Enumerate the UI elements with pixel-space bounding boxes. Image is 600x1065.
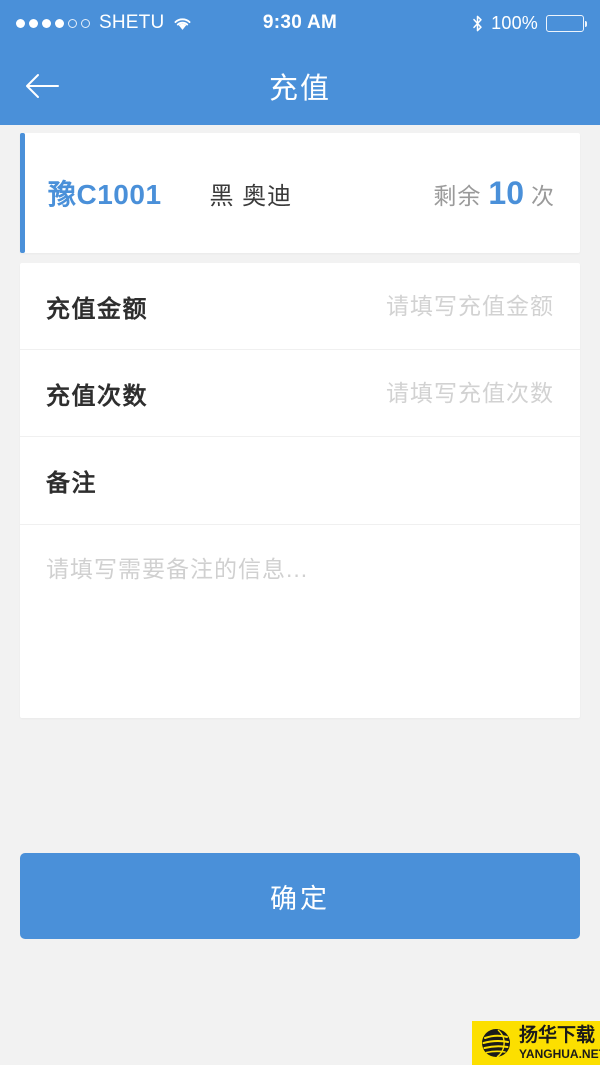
remaining-value: 10 — [488, 174, 524, 211]
recharge-times-label: 充值次数 — [46, 382, 148, 410]
yanghua-globe-icon — [482, 1029, 510, 1058]
remaining-label: 剩余 — [433, 182, 482, 209]
confirm-button-container: 确定 — [20, 853, 580, 939]
carrier-name: SHETU — [99, 12, 165, 33]
back-arrow-icon — [26, 73, 59, 98]
watermark-text: 扬华下载 YANGHUA.NET — [519, 1026, 600, 1060]
site-watermark: 扬华下载 YANGHUA.NET — [472, 1021, 600, 1065]
page-title: 充值 — [268, 72, 331, 105]
recharge-amount-input[interactable] — [168, 292, 554, 320]
recharge-times-row[interactable]: 充值次数 — [20, 350, 580, 437]
card-accent-bar — [20, 133, 25, 253]
remark-label-row: 备注 — [20, 437, 580, 525]
status-bar-left: SHETU — [16, 12, 192, 34]
recharge-times-input[interactable] — [168, 379, 554, 407]
status-bar-right: 100% — [472, 12, 587, 34]
recharge-amount-row[interactable]: 充值金额 — [20, 263, 580, 350]
vehicle-description: 黑 奥迪 — [209, 182, 293, 210]
vehicle-plate-number: 豫C1001 — [48, 179, 162, 210]
signal-strength-icon — [16, 18, 90, 28]
vehicle-card[interactable]: 豫C1001 黑 奥迪 剩余 10 次 — [20, 133, 580, 253]
battery-percentage: 100% — [491, 12, 538, 33]
remark-textarea[interactable] — [20, 525, 580, 713]
battery-icon — [546, 14, 587, 32]
recharge-amount-label: 充值金额 — [46, 295, 148, 323]
bluetooth-icon — [472, 15, 483, 32]
watermark-english: YANGHUA.NET — [519, 1047, 600, 1061]
navigation-bar: 充值 — [0, 46, 600, 125]
wifi-icon — [173, 16, 192, 31]
remark-label: 备注 — [46, 470, 97, 497]
remaining-count: 剩余 10 次 — [433, 175, 554, 212]
status-bar: SHETU 9:30 AM 100% — [0, 0, 600, 46]
confirm-button[interactable]: 确定 — [20, 853, 580, 939]
remaining-unit: 次 — [531, 182, 554, 209]
recharge-form-card: 充值金额 充值次数 备注 — [20, 263, 580, 718]
watermark-chinese: 扬华下载 — [519, 1025, 596, 1046]
back-button[interactable] — [0, 46, 84, 125]
main-content: 豫C1001 黑 奥迪 剩余 10 次 充值金额 充值次数 备注 — [0, 133, 600, 718]
